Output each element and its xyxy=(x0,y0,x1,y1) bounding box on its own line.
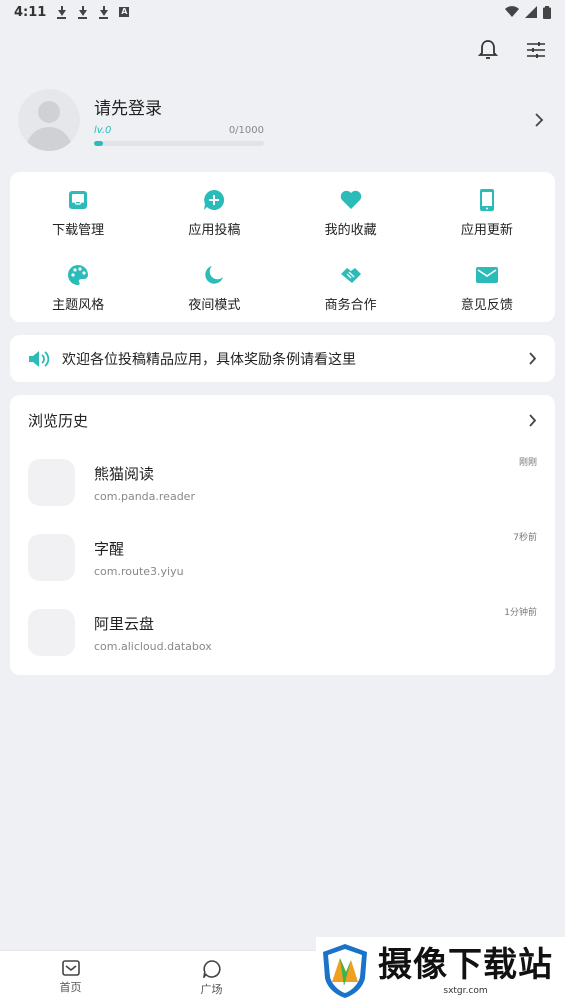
grid-label: 意见反馈 xyxy=(460,297,513,313)
status-time: 4:11 xyxy=(14,4,47,20)
bell-icon[interactable] xyxy=(477,38,499,62)
profile-info: 请先登录 lv.0 0/1000 xyxy=(94,94,264,146)
history-item[interactable]: 阿里云盘 com.alicloud.databox 1分钟前 xyxy=(10,595,555,670)
notification-a-icon: A xyxy=(119,7,130,17)
history-header[interactable]: 浏览历史 xyxy=(10,395,555,445)
palette-icon xyxy=(66,263,90,287)
profile-section[interactable]: 请先登录 lv.0 0/1000 xyxy=(18,88,548,152)
grid-item-night-mode[interactable]: 夜间模式 xyxy=(146,247,282,322)
speaker-icon xyxy=(29,350,50,367)
inbox-icon xyxy=(66,188,90,212)
watermark-title: 摄像下载站 xyxy=(378,945,553,985)
chat-bubble-icon xyxy=(202,960,221,978)
grid-item-app-submit[interactable]: 应用投稿 xyxy=(146,172,282,247)
watermark-url: sxtgr.com xyxy=(443,986,488,996)
grid-item-favorites[interactable]: 我的收藏 xyxy=(283,172,419,247)
chevron-right-icon[interactable] xyxy=(534,113,544,127)
home-mail-icon xyxy=(61,960,80,976)
history-item[interactable]: 熊猫阅读 com.panda.reader 刚刚 xyxy=(10,445,555,520)
watermark-logo xyxy=(323,943,367,998)
app-name: 熊猫阅读 xyxy=(94,464,155,483)
grid-item-app-update[interactable]: 应用更新 xyxy=(419,172,555,247)
exp-counter: 0/1000 xyxy=(228,125,264,136)
level-progress-fill xyxy=(94,141,103,146)
mail-icon xyxy=(475,263,499,287)
download-icon xyxy=(77,5,88,19)
grid-label: 应用投稿 xyxy=(188,222,241,238)
app-package: com.panda.reader xyxy=(94,489,195,503)
login-prompt[interactable]: 请先登录 xyxy=(94,94,264,119)
moon-icon xyxy=(202,263,226,287)
grid-label: 主题风格 xyxy=(52,297,105,313)
grid-item-feedback[interactable]: 意见反馈 xyxy=(419,247,555,322)
handshake-icon xyxy=(339,263,363,287)
grid-label: 商务合作 xyxy=(324,297,377,313)
grid-label: 我的收藏 xyxy=(324,222,377,238)
battery-icon xyxy=(543,5,551,19)
top-actions xyxy=(477,38,547,62)
chevron-right-icon xyxy=(529,352,537,365)
phone-icon xyxy=(475,188,499,212)
nav-label: 广场 xyxy=(200,983,223,996)
app-package: com.route3.yiyu xyxy=(94,564,184,578)
notice-text: 欢迎各位投稿精品应用，具体奖励条例请看这里 xyxy=(62,351,356,368)
notice-banner[interactable]: 欢迎各位投稿精品应用，具体奖励条例请看这里 xyxy=(10,335,555,382)
grid-item-theme[interactable]: 主题风格 xyxy=(10,247,146,322)
settings-sliders-icon[interactable] xyxy=(525,38,547,62)
signal-icon xyxy=(525,6,537,18)
grid-label: 下载管理 xyxy=(52,222,105,238)
status-bar: 4:11 A xyxy=(0,0,565,24)
watermark: 摄像下载站 sxtgr.com xyxy=(316,937,565,1004)
wifi-icon xyxy=(505,6,519,18)
history-time: 刚刚 xyxy=(518,458,537,468)
level-label: lv.0 xyxy=(94,125,112,136)
download-icon xyxy=(98,5,109,19)
app-name: 字醒 xyxy=(94,539,125,558)
nav-item-square[interactable]: 广场 xyxy=(141,951,282,1004)
app-package: com.alicloud.databox xyxy=(94,639,212,653)
nav-item-home[interactable]: 首页 xyxy=(0,951,141,1004)
grid-label: 夜间模式 xyxy=(188,297,241,313)
chevron-right-icon xyxy=(529,413,537,427)
app-icon-placeholder xyxy=(28,609,75,656)
history-title: 浏览历史 xyxy=(28,411,89,430)
history-card: 浏览历史 熊猫阅读 com.panda.reader 刚刚 字醒 com.rou… xyxy=(10,395,555,675)
grid-item-business[interactable]: 商务合作 xyxy=(283,247,419,322)
download-icon xyxy=(56,5,67,19)
app-name: 阿里云盘 xyxy=(94,614,155,633)
grid-item-download-manager[interactable]: 下载管理 xyxy=(10,172,146,247)
history-time: 7秒前 xyxy=(513,533,537,543)
feature-grid: 下载管理 应用投稿 我的收藏 应用更新 主题风格 夜间模式 商务合作 意见反馈 xyxy=(10,172,555,322)
heart-icon xyxy=(339,188,363,212)
history-time: 1分钟前 xyxy=(504,608,537,618)
chat-plus-icon xyxy=(202,188,226,212)
level-progress-bar xyxy=(94,141,264,146)
app-icon-placeholder xyxy=(28,534,75,581)
avatar[interactable] xyxy=(18,89,80,151)
history-item[interactable]: 字醒 com.route3.yiyu 7秒前 xyxy=(10,520,555,595)
app-icon-placeholder xyxy=(28,459,75,506)
nav-label: 首页 xyxy=(59,981,82,994)
grid-label: 应用更新 xyxy=(460,222,513,238)
